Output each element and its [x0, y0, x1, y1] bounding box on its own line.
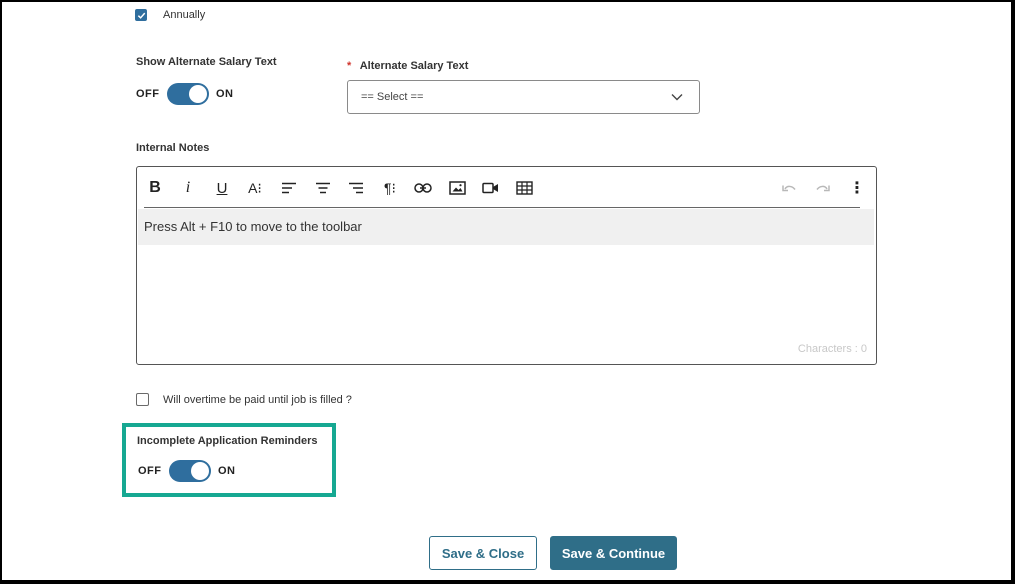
undo-icon [782, 185, 796, 192]
align-center-icon [316, 182, 330, 194]
redo-icon [816, 185, 830, 192]
insert-video-button[interactable] [480, 179, 500, 197]
insert-table-button[interactable] [514, 179, 534, 197]
table-icon [515, 181, 533, 195]
required-mark: * [347, 60, 352, 72]
chevron-down-icon [671, 94, 683, 101]
alt-salary-toggle-title: Show Alternate Salary Text [136, 56, 277, 68]
toggle-knob [191, 462, 209, 480]
save-continue-button[interactable]: Save & Continue [550, 536, 677, 570]
alt-salary-select-label-text: Alternate Salary Text [359, 60, 469, 72]
align-right-icon [349, 182, 363, 194]
align-left-icon [282, 182, 296, 194]
alt-salary-select-label: * Alternate Salary Text [347, 56, 468, 74]
reminders-toggle[interactable] [169, 460, 211, 482]
save-close-button[interactable]: Save & Close [429, 536, 537, 570]
italic-button[interactable]: i [178, 179, 198, 197]
select-value: == Select == [361, 91, 424, 103]
toolbar-divider [144, 207, 860, 208]
alt-salary-on-label: ON [216, 88, 234, 100]
rich-text-editor[interactable]: B i U A⁝ ¶⁝ ⋮ Press Alt + F10 to move to… [136, 166, 877, 365]
bold-button[interactable]: B [145, 179, 165, 197]
align-left-button[interactable] [279, 179, 299, 197]
alt-salary-toggle[interactable] [167, 83, 209, 105]
align-center-button[interactable] [313, 179, 333, 197]
underline-button[interactable]: U [212, 179, 232, 197]
editor-placeholder: Press Alt + F10 to move to the toolbar [144, 219, 362, 234]
image-icon [448, 181, 466, 195]
check-icon [137, 12, 146, 19]
video-icon [481, 182, 498, 194]
undo-button[interactable] [779, 179, 799, 197]
insert-link-button[interactable] [413, 179, 433, 197]
font-size-button[interactable]: A⁝ [245, 179, 265, 197]
redo-button[interactable] [813, 179, 833, 197]
annually-label: Annually [163, 9, 206, 21]
paragraph-button[interactable]: ¶⁝ [380, 179, 400, 197]
form-panel: Annually Show Alternate Salary Text OFF … [2, 2, 1011, 580]
more-options-button[interactable]: ⋮ [847, 179, 867, 197]
reminders-on-label: ON [218, 465, 236, 477]
insert-image-button[interactable] [447, 179, 467, 197]
editor-body[interactable]: Press Alt + F10 to move to the toolbar [138, 209, 874, 245]
overtime-label: Will overtime be paid until job is fille… [163, 394, 352, 406]
align-right-button[interactable] [346, 179, 366, 197]
overtime-checkbox[interactable] [136, 393, 149, 406]
character-count: Characters : 0 [797, 343, 867, 355]
alt-salary-off-label: OFF [136, 88, 160, 100]
alt-salary-select[interactable]: == Select == [347, 80, 700, 114]
annually-checkbox[interactable] [135, 9, 147, 21]
internal-notes-label: Internal Notes [136, 142, 210, 154]
reminders-off-label: OFF [138, 465, 162, 477]
reminders-title: Incomplete Application Reminders [137, 435, 318, 447]
link-icon [414, 183, 432, 193]
toggle-knob [189, 85, 207, 103]
